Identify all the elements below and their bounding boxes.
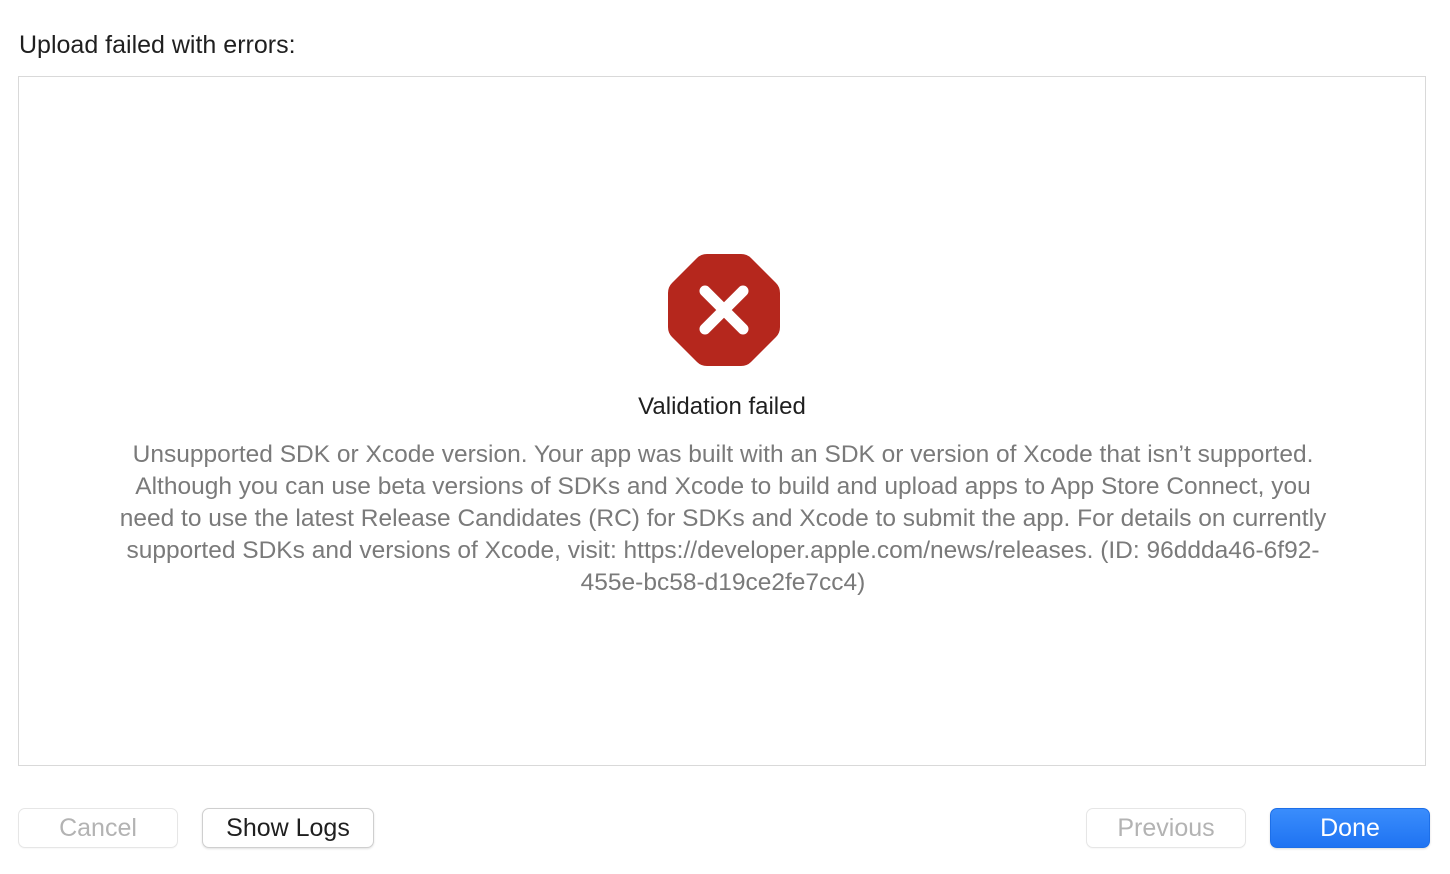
page-title: Upload failed with errors:	[19, 31, 296, 59]
error-panel: Validation failed Unsupported SDK or Xco…	[18, 76, 1426, 766]
error-heading: Validation failed	[638, 393, 806, 420]
done-button[interactable]: Done	[1270, 808, 1430, 848]
show-logs-button[interactable]: Show Logs	[202, 808, 374, 848]
previous-button[interactable]: Previous	[1086, 808, 1246, 848]
error-message: Unsupported SDK or Xcode version. Your a…	[119, 441, 1327, 596]
cancel-button[interactable]: Cancel	[18, 808, 178, 848]
error-octagon-icon	[668, 254, 780, 366]
